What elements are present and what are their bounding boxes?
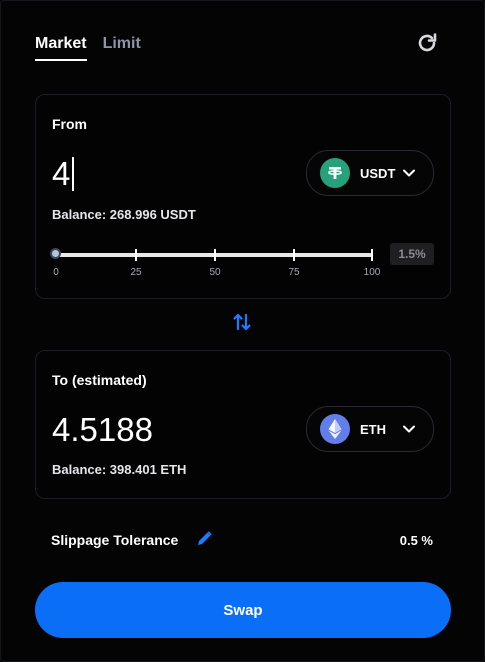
from-balance: Balance: 268.996 USDT: [52, 207, 196, 222]
from-token-select[interactable]: USDT: [306, 150, 434, 196]
amount-slider[interactable]: 0 25 50 75 100: [50, 247, 380, 278]
to-balance: Balance: 398.401 ETH: [52, 462, 187, 477]
from-card: From 4 USDT Balance: 268.996 USDT 0 25 5…: [35, 94, 451, 299]
slider-tick: [135, 249, 137, 261]
tick-label: 75: [288, 267, 300, 278]
from-token-symbol: USDT: [360, 165, 396, 181]
slider-percent-display: 1.5%: [390, 243, 434, 265]
chevron-down-icon: [403, 425, 415, 433]
tether-icon: [320, 158, 350, 188]
tick-label: 25: [130, 267, 142, 278]
pencil-edit-icon[interactable]: [195, 530, 213, 548]
swap-button[interactable]: Swap: [35, 582, 451, 638]
tick-label: 100: [363, 267, 381, 278]
slider-tick: [293, 249, 295, 261]
to-amount-value: 4.5188: [52, 411, 153, 448]
tab-market[interactable]: Market: [35, 35, 87, 61]
order-type-tabs: Market Limit: [35, 35, 141, 61]
text-caret: [72, 157, 75, 191]
slippage-value: 0.5 %: [399, 533, 433, 548]
refresh-icon[interactable]: [415, 31, 439, 55]
from-label: From: [52, 116, 87, 132]
chevron-down-icon: [403, 169, 415, 177]
slider-tick: [371, 249, 373, 261]
from-amount-input[interactable]: 4: [52, 155, 75, 193]
to-label: To (estimated): [52, 372, 147, 388]
tick-label: 0: [53, 267, 59, 278]
tick-label: 50: [209, 267, 221, 278]
swap-panel: Market Limit From 4 USDT Balance: 268.99…: [0, 0, 485, 662]
slider-tick: [214, 249, 216, 261]
ethereum-icon: [320, 414, 350, 444]
tab-limit[interactable]: Limit: [103, 35, 141, 61]
to-token-select[interactable]: ETH: [306, 406, 434, 452]
slippage-label: Slippage Tolerance: [51, 532, 179, 548]
slider-handle[interactable]: [50, 248, 61, 259]
to-token-symbol: ETH: [360, 421, 386, 437]
swap-arrows-icon[interactable]: [230, 310, 254, 334]
from-amount-value: 4: [52, 155, 71, 192]
to-card: To (estimated) 4.5188 ETH Balance: 398.4…: [35, 350, 451, 499]
